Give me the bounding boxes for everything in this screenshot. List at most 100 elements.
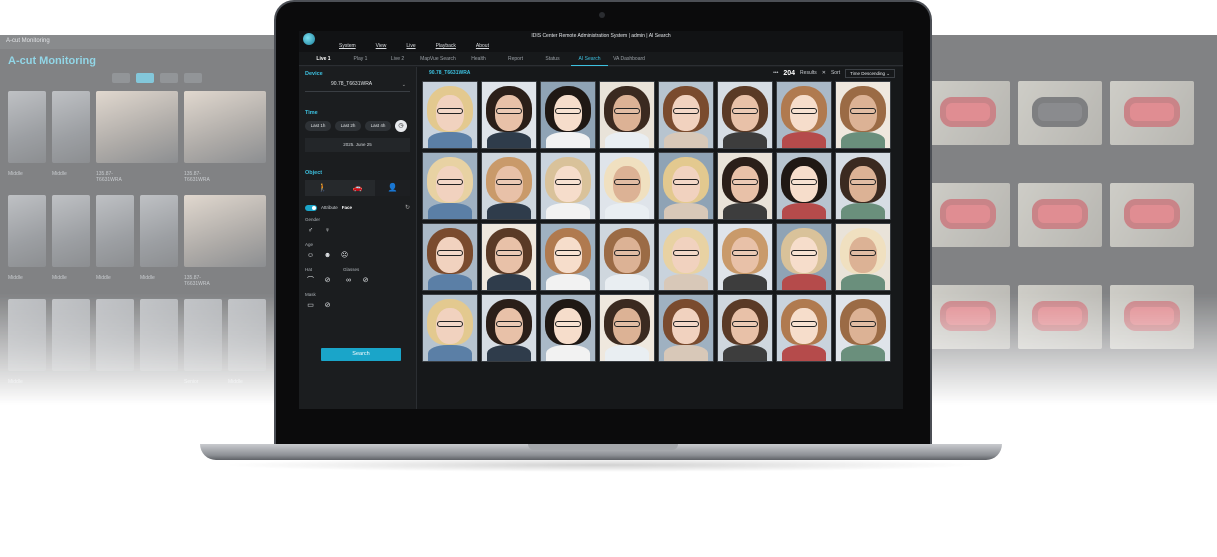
vehicle-thumbnail	[926, 183, 1010, 247]
face-result-thumbnail[interactable]	[776, 81, 832, 149]
calendar-icon[interactable]: ◷	[395, 120, 407, 132]
face-result-thumbnail[interactable]	[717, 294, 773, 362]
face-result-thumbnail[interactable]	[481, 223, 537, 291]
face-result-thumbnail[interactable]	[540, 152, 596, 220]
laptop-notch	[528, 444, 678, 450]
vehicle-thumbnail	[1018, 81, 1102, 145]
face-result-thumbnail[interactable]	[422, 294, 478, 362]
hat-glasses-row: Hat ⌒ ⊘ Glasses ∞ ⊘	[305, 261, 410, 286]
mask-options: ▭ ⊘	[305, 300, 410, 311]
gender-label: Gender	[305, 217, 321, 222]
reset-icon[interactable]: ↻	[405, 204, 410, 211]
male-icon[interactable]: ♂	[305, 225, 316, 236]
last-1h-button[interactable]: Last 1h	[305, 121, 331, 131]
thumbnail-caption: Middle	[96, 275, 111, 281]
gender-options: ♂ ♀	[305, 225, 410, 236]
no-glasses-icon[interactable]: ⊘	[360, 275, 371, 286]
female-icon[interactable]: ♀	[322, 225, 333, 236]
face-result-thumbnail[interactable]	[658, 81, 714, 149]
content-area: Device 90.78_T6631WRA ⌄ Time Last 1h Las…	[299, 67, 903, 409]
last-2h-button[interactable]: Last 2h	[335, 121, 361, 131]
vehicle-thumbnail	[926, 285, 1010, 349]
face-result-thumbnail[interactable]	[540, 294, 596, 362]
sort-select[interactable]: Time Descending ⌄	[845, 68, 895, 78]
no-hat-icon[interactable]: ⊘	[322, 275, 333, 286]
tab-live-1[interactable]: Live 1	[305, 52, 342, 66]
glasses-options: ∞ ⊘	[343, 275, 371, 286]
person-icon[interactable]: 🚶	[305, 180, 340, 196]
face-result-thumbnail[interactable]	[481, 152, 537, 220]
device-select[interactable]: 90.78_T6631WRA ⌄	[305, 81, 410, 92]
face-result-thumbnail[interactable]	[422, 223, 478, 291]
last-4h-button[interactable]: Last 4h	[365, 121, 391, 131]
laptop-shadow	[220, 458, 980, 472]
tab-mapvue-search[interactable]: MapVue Search	[416, 52, 460, 66]
thumbnail-caption: 135.87-T6631WRA	[96, 171, 122, 183]
tab-health[interactable]: Health	[460, 52, 497, 66]
glasses-icon[interactable]: ∞	[343, 275, 354, 286]
tab-live-2[interactable]: Live 2	[379, 52, 416, 66]
child-icon[interactable]: ☺	[305, 250, 316, 261]
window-title: A-cut Monitoring	[0, 35, 300, 49]
tab-play-1[interactable]: Play 1	[342, 52, 379, 66]
face-result-thumbnail[interactable]	[835, 152, 891, 220]
face-result-thumbnail[interactable]	[835, 294, 891, 362]
face-icon[interactable]: 👤	[375, 180, 410, 196]
vehicle-thumbnail	[1018, 285, 1102, 349]
chevron-down-icon: ⌄	[401, 82, 406, 88]
face-result-thumbnail[interactable]	[599, 152, 655, 220]
face-result-thumbnail[interactable]	[599, 81, 655, 149]
vehicle-thumbnail	[926, 81, 1010, 145]
tab-ai-search[interactable]: AI Search	[571, 52, 608, 66]
view-toggle-all	[112, 73, 130, 83]
thumbnail	[140, 195, 178, 267]
tab-status[interactable]: Status	[534, 52, 571, 66]
adult-icon[interactable]: ☻	[322, 250, 333, 261]
tab-va-dashboard[interactable]: VA Dashboard	[608, 52, 650, 66]
face-result-thumbnail[interactable]	[540, 81, 596, 149]
face-result-thumbnail[interactable]	[717, 152, 773, 220]
face-result-thumbnail[interactable]	[658, 152, 714, 220]
camera-dot	[599, 12, 605, 18]
face-result-thumbnail[interactable]	[481, 81, 537, 149]
face-result-thumbnail[interactable]	[422, 152, 478, 220]
face-result-thumbnail[interactable]	[481, 294, 537, 362]
date-field[interactable]: 2025. June 25	[305, 138, 410, 152]
face-result-thumbnail[interactable]	[658, 223, 714, 291]
more-icon[interactable]: •••	[773, 70, 778, 76]
thumbnail-caption: Middle	[228, 379, 243, 385]
thumbnail	[96, 91, 178, 163]
senior-icon[interactable]: ☹	[339, 250, 350, 261]
thumbnail	[52, 91, 90, 163]
face-result-thumbnail[interactable]	[540, 223, 596, 291]
face-result-thumbnail[interactable]	[599, 294, 655, 362]
close-icon[interactable]: ✕	[822, 70, 826, 76]
device-select-value: 90.78_T6631WRA	[331, 81, 373, 87]
face-result-thumbnail[interactable]	[835, 223, 891, 291]
face-result-thumbnail[interactable]	[658, 294, 714, 362]
thumbnail	[52, 195, 90, 267]
face-result-thumbnail[interactable]	[599, 223, 655, 291]
thumbnail-caption: Middle	[140, 275, 155, 281]
object-type-toggle: 🚶 🚗 👤	[305, 180, 410, 196]
mask-icon[interactable]: ▭	[305, 300, 316, 311]
hat-options: ⌒ ⊘	[305, 275, 333, 286]
glasses-label: Glasses	[343, 267, 360, 272]
face-result-thumbnail[interactable]	[776, 294, 832, 362]
hat-icon[interactable]: ⌒	[305, 275, 316, 286]
thumbnail-caption: Middle	[8, 171, 23, 177]
search-button[interactable]: Search	[321, 348, 401, 361]
attribute-toggle[interactable]	[305, 204, 317, 211]
time-presets: Last 1h Last 2h Last 4h ◷	[305, 120, 410, 132]
thumbnail	[8, 195, 46, 267]
face-result-thumbnail[interactable]	[717, 81, 773, 149]
face-result-thumbnail[interactable]	[422, 81, 478, 149]
face-result-thumbnail[interactable]	[776, 223, 832, 291]
vehicle-icon[interactable]: 🚗	[340, 180, 375, 196]
face-result-thumbnail[interactable]	[776, 152, 832, 220]
tab-report[interactable]: Report	[497, 52, 534, 66]
face-result-thumbnail[interactable]	[835, 81, 891, 149]
no-mask-icon[interactable]: ⊘	[322, 300, 333, 311]
thumbnail-grid: Middle Middle 135.87-T6631WRA 135.87-T66…	[0, 91, 300, 397]
face-result-thumbnail[interactable]	[717, 223, 773, 291]
